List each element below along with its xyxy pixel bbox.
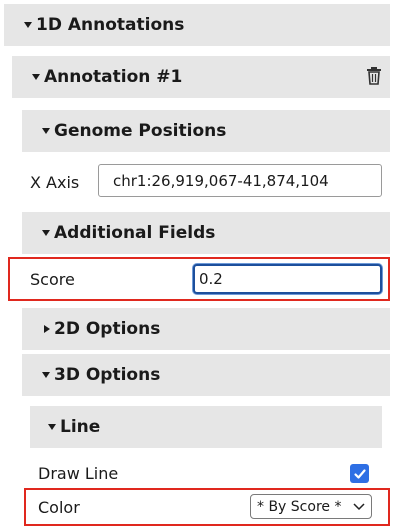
- section-1d-annotations-header[interactable]: 1D Annotations: [4, 4, 390, 46]
- score-input[interactable]: 0.2: [193, 264, 382, 294]
- x-axis-value: chr1:26,919,067-41,874,104: [113, 171, 329, 190]
- line-header[interactable]: Line: [30, 406, 382, 448]
- color-label: Color: [38, 497, 80, 517]
- x-axis-input[interactable]: chr1:26,919,067-41,874,104: [98, 164, 382, 197]
- chevron-down-icon: [32, 74, 40, 80]
- chevron-down-icon: [42, 128, 50, 134]
- chevron-down-icon: [42, 372, 50, 378]
- section-title: 1D Annotations: [36, 15, 185, 35]
- options-3d-header[interactable]: 3D Options: [22, 354, 390, 396]
- genome-positions-title: Genome Positions: [54, 121, 227, 141]
- draw-line-checkbox[interactable]: [350, 464, 369, 483]
- x-axis-label: X Axis: [30, 172, 80, 192]
- chevron-down-icon: [24, 22, 32, 28]
- options-2d-title: 2D Options: [54, 319, 161, 339]
- options-3d-title: 3D Options: [54, 365, 161, 385]
- options-2d-header[interactable]: 2D Options: [22, 308, 390, 350]
- score-label: Score: [30, 269, 75, 289]
- trash-icon[interactable]: [366, 66, 382, 86]
- checkmark-icon: [353, 468, 366, 479]
- draw-line-label: Draw Line: [38, 463, 119, 483]
- chevron-right-icon: [44, 325, 50, 333]
- chevron-down-icon: [353, 503, 365, 511]
- chevron-down-icon: [48, 424, 56, 430]
- annotation-header[interactable]: Annotation #1: [12, 56, 390, 98]
- additional-fields-header[interactable]: Additional Fields: [22, 212, 390, 254]
- chevron-down-icon: [42, 230, 50, 236]
- genome-positions-header[interactable]: Genome Positions: [22, 110, 390, 152]
- annotation-title: Annotation #1: [44, 67, 183, 87]
- score-value: 0.2: [199, 270, 223, 288]
- additional-fields-title: Additional Fields: [54, 223, 216, 243]
- color-select-value: * By Score *: [257, 498, 342, 515]
- line-title: Line: [60, 417, 101, 437]
- color-select[interactable]: * By Score *: [250, 494, 372, 519]
